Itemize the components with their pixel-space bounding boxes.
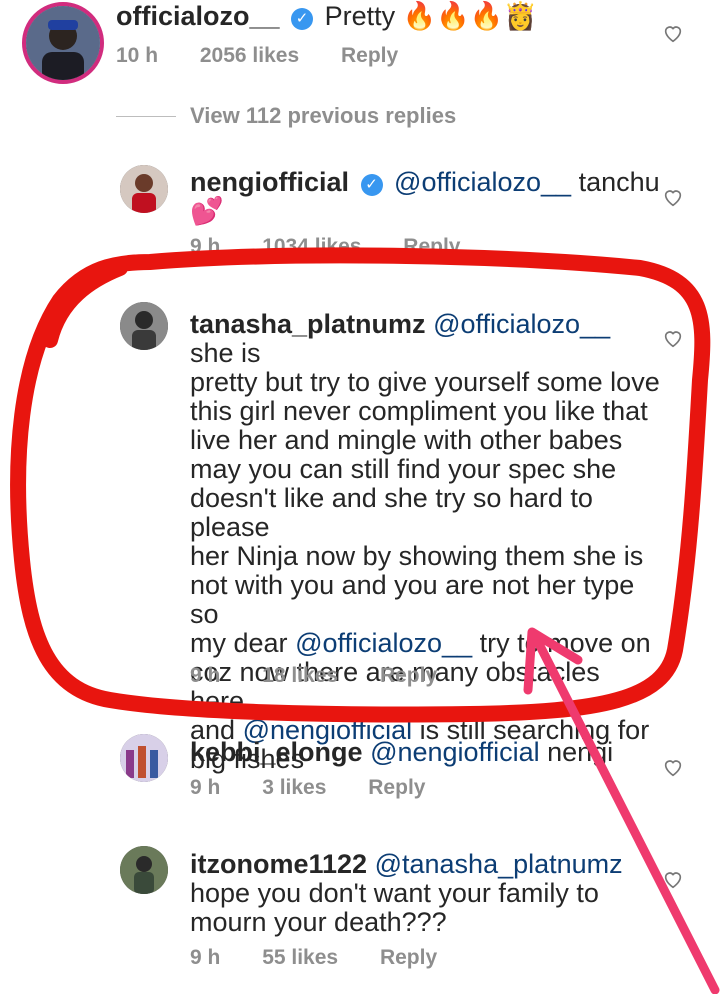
mention-link[interactable]: @officialozo__ [394,167,571,197]
likes-count[interactable]: 55 likes [262,946,338,969]
replies-divider [116,116,176,117]
username[interactable]: itzonome1122 [190,849,367,879]
verified-badge-icon: ✓ [360,174,383,196]
reply-button[interactable]: Reply [368,776,425,799]
comment-text: tanchu [578,167,660,197]
heart-icon[interactable] [662,327,684,349]
reply-button[interactable]: Reply [380,664,437,687]
comment-text: her Ninja now by showing them she is [190,541,644,571]
comment-kebbi: kebbi_elonge @nengiofficial nengi [190,738,660,767]
avatar-image [120,734,168,782]
avatar-kebbi[interactable] [120,734,168,782]
comment-text: mourn your death??? [190,907,447,937]
mention-link[interactable]: @tanasha_platnumz [375,849,623,879]
likes-count[interactable]: 3 likes [262,776,326,799]
comment-text: try to move on [479,628,651,658]
comment-text: nengi [547,737,614,767]
comment-nengiofficial: nengiofficial ✓ @officialozo__ tanchu 💕 [190,168,660,226]
comment-text: Pretty [324,1,396,31]
time: 9 h [190,946,221,969]
time: 9 h [190,235,221,258]
heart-icon[interactable] [662,186,684,208]
avatar-image [120,846,168,894]
view-previous-replies[interactable]: View 112 previous replies [190,103,456,129]
avatar-officialozo[interactable] [22,2,104,84]
emoji-text: 🔥🔥🔥👸 [402,1,538,31]
mention-link[interactable]: @officialozo__ [433,309,610,339]
reply-button[interactable]: Reply [403,235,460,258]
mention-link[interactable]: @officialozo__ [295,628,472,658]
likes-count[interactable]: 2056 likes [200,44,299,67]
comment-tanasha: tanasha_platnumz @officialozo__ she is p… [190,310,660,774]
reply-button[interactable]: Reply [380,946,437,969]
username[interactable]: nengiofficial [190,167,349,197]
comment-text: hope you don't want your family to [190,878,599,908]
comment-officialozo: officialozo__ ✓ Pretty 🔥🔥🔥👸 [116,2,676,31]
heart-icon[interactable] [662,868,684,890]
heart-icon[interactable] [662,756,684,778]
comment-text: doesn't like and she try so hard to plea… [190,483,593,542]
username[interactable]: tanasha_platnumz [190,309,426,339]
comment-meta: 9 h 1034 likes Reply [190,235,496,259]
emoji-text: 💕 [190,196,224,226]
comment-text: not with you and you are not her type so [190,570,635,629]
heart-icon[interactable] [662,22,684,44]
avatar-nengiofficial[interactable] [120,165,168,213]
username[interactable]: kebbi_elonge [190,737,363,767]
comment-itzonome: itzonome1122 @tanasha_platnumz hope you … [190,850,660,937]
avatar-tanasha[interactable] [120,302,168,350]
likes-count[interactable]: 18 likes [262,664,338,687]
comment-text: may you can still find your spec she [190,454,617,484]
username[interactable]: officialozo__ [116,1,280,31]
comment-text: my dear [190,628,288,658]
time: 9 h [190,664,221,687]
avatar-image [26,6,100,80]
comment-text: this girl never compliment you like that [190,396,648,426]
likes-count[interactable]: 1034 likes [262,235,361,258]
verified-badge-icon: ✓ [291,8,314,30]
comment-text: she is [190,338,261,368]
reply-button[interactable]: Reply [341,44,398,67]
avatar-image [120,302,168,350]
comment-meta: 10 h 2056 likes Reply [116,44,434,68]
time: 10 h [116,44,159,67]
avatar-itzonome[interactable] [120,846,168,894]
comment-text: live her and mingle with other babes [190,425,623,455]
comment-text: pretty but try to give yourself some lov… [190,367,660,397]
time: 9 h [190,776,221,799]
mention-link[interactable]: @nengiofficial [370,737,540,767]
avatar-image [120,165,168,213]
comment-meta: 9 h 3 likes Reply [190,776,461,800]
comment-meta: 9 h 55 likes Reply [190,946,473,970]
comment-meta: 9 h 18 likes Reply [190,664,473,688]
